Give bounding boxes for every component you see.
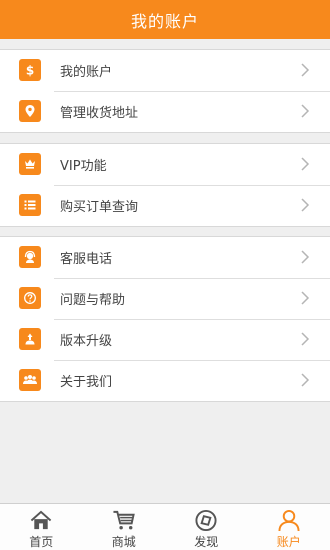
menu-item-customer-service[interactable]: 客服电话 [0, 237, 330, 278]
menu-group-support: 客服电话 问题与帮助 版本升级 关于我们 [0, 236, 330, 402]
menu-item-label: 我的账户 [60, 65, 113, 80]
list-icon [19, 194, 41, 216]
chevron-right-icon [301, 373, 310, 387]
svg-text:$: $ [26, 64, 34, 78]
menu-item-label: 购买订单查询 [60, 200, 139, 215]
tab-label: 发现 [194, 535, 219, 549]
tab-label: 商城 [111, 535, 136, 549]
chevron-right-icon [301, 332, 310, 346]
tab-home[interactable]: 首页 [0, 504, 83, 550]
home-icon [31, 510, 52, 530]
menu-item-my-account[interactable]: $ 我的账户 [0, 50, 330, 91]
upgrade-icon [19, 328, 41, 350]
menu-item-label: 关于我们 [60, 375, 113, 390]
chevron-right-icon [301, 291, 310, 305]
menu-item-vip[interactable]: VIP功能 [0, 144, 330, 185]
bottom-tab-bar: 首页 商城 发现 账户 [0, 503, 330, 550]
user-icon [278, 509, 300, 532]
menu-item-label: 版本升级 [60, 334, 113, 349]
compass-icon [195, 509, 217, 532]
tab-label: 账户 [276, 535, 301, 549]
tab-mall[interactable]: 商城 [83, 504, 166, 550]
chevron-right-icon [301, 250, 310, 264]
chevron-right-icon [301, 198, 310, 212]
menu-item-version-upgrade[interactable]: 版本升级 [0, 319, 330, 360]
app-header: 我的账户 [0, 0, 330, 39]
team-icon [19, 369, 41, 391]
menu-item-label: 管理收货地址 [60, 106, 139, 121]
headset-icon [19, 246, 41, 268]
location-pin-icon [19, 100, 41, 122]
chevron-right-icon [301, 157, 310, 171]
menu-item-about-us[interactable]: 关于我们 [0, 360, 330, 401]
menu-item-label: 问题与帮助 [60, 293, 126, 308]
chevron-right-icon [301, 104, 310, 118]
menu-group-account: $ 我的账户 管理收货地址 [0, 49, 330, 133]
menu-item-manage-address[interactable]: 管理收货地址 [0, 91, 330, 132]
menu-group-orders: VIP功能 购买订单查询 [0, 143, 330, 227]
menu-item-label: 客服电话 [60, 252, 113, 267]
tab-account[interactable]: 账户 [248, 504, 330, 550]
tab-label: 首页 [29, 535, 54, 549]
vip-crown-icon [19, 153, 41, 175]
dollar-icon: $ [19, 59, 41, 81]
chevron-right-icon [301, 63, 310, 77]
menu-item-label: VIP功能 [60, 159, 107, 174]
menu-item-help[interactable]: 问题与帮助 [0, 278, 330, 319]
cart-icon [113, 510, 135, 530]
page-title: 我的账户 [130, 11, 199, 31]
tab-discover[interactable]: 发现 [165, 504, 248, 550]
help-icon [19, 287, 41, 309]
menu-item-order-query[interactable]: 购买订单查询 [0, 185, 330, 226]
